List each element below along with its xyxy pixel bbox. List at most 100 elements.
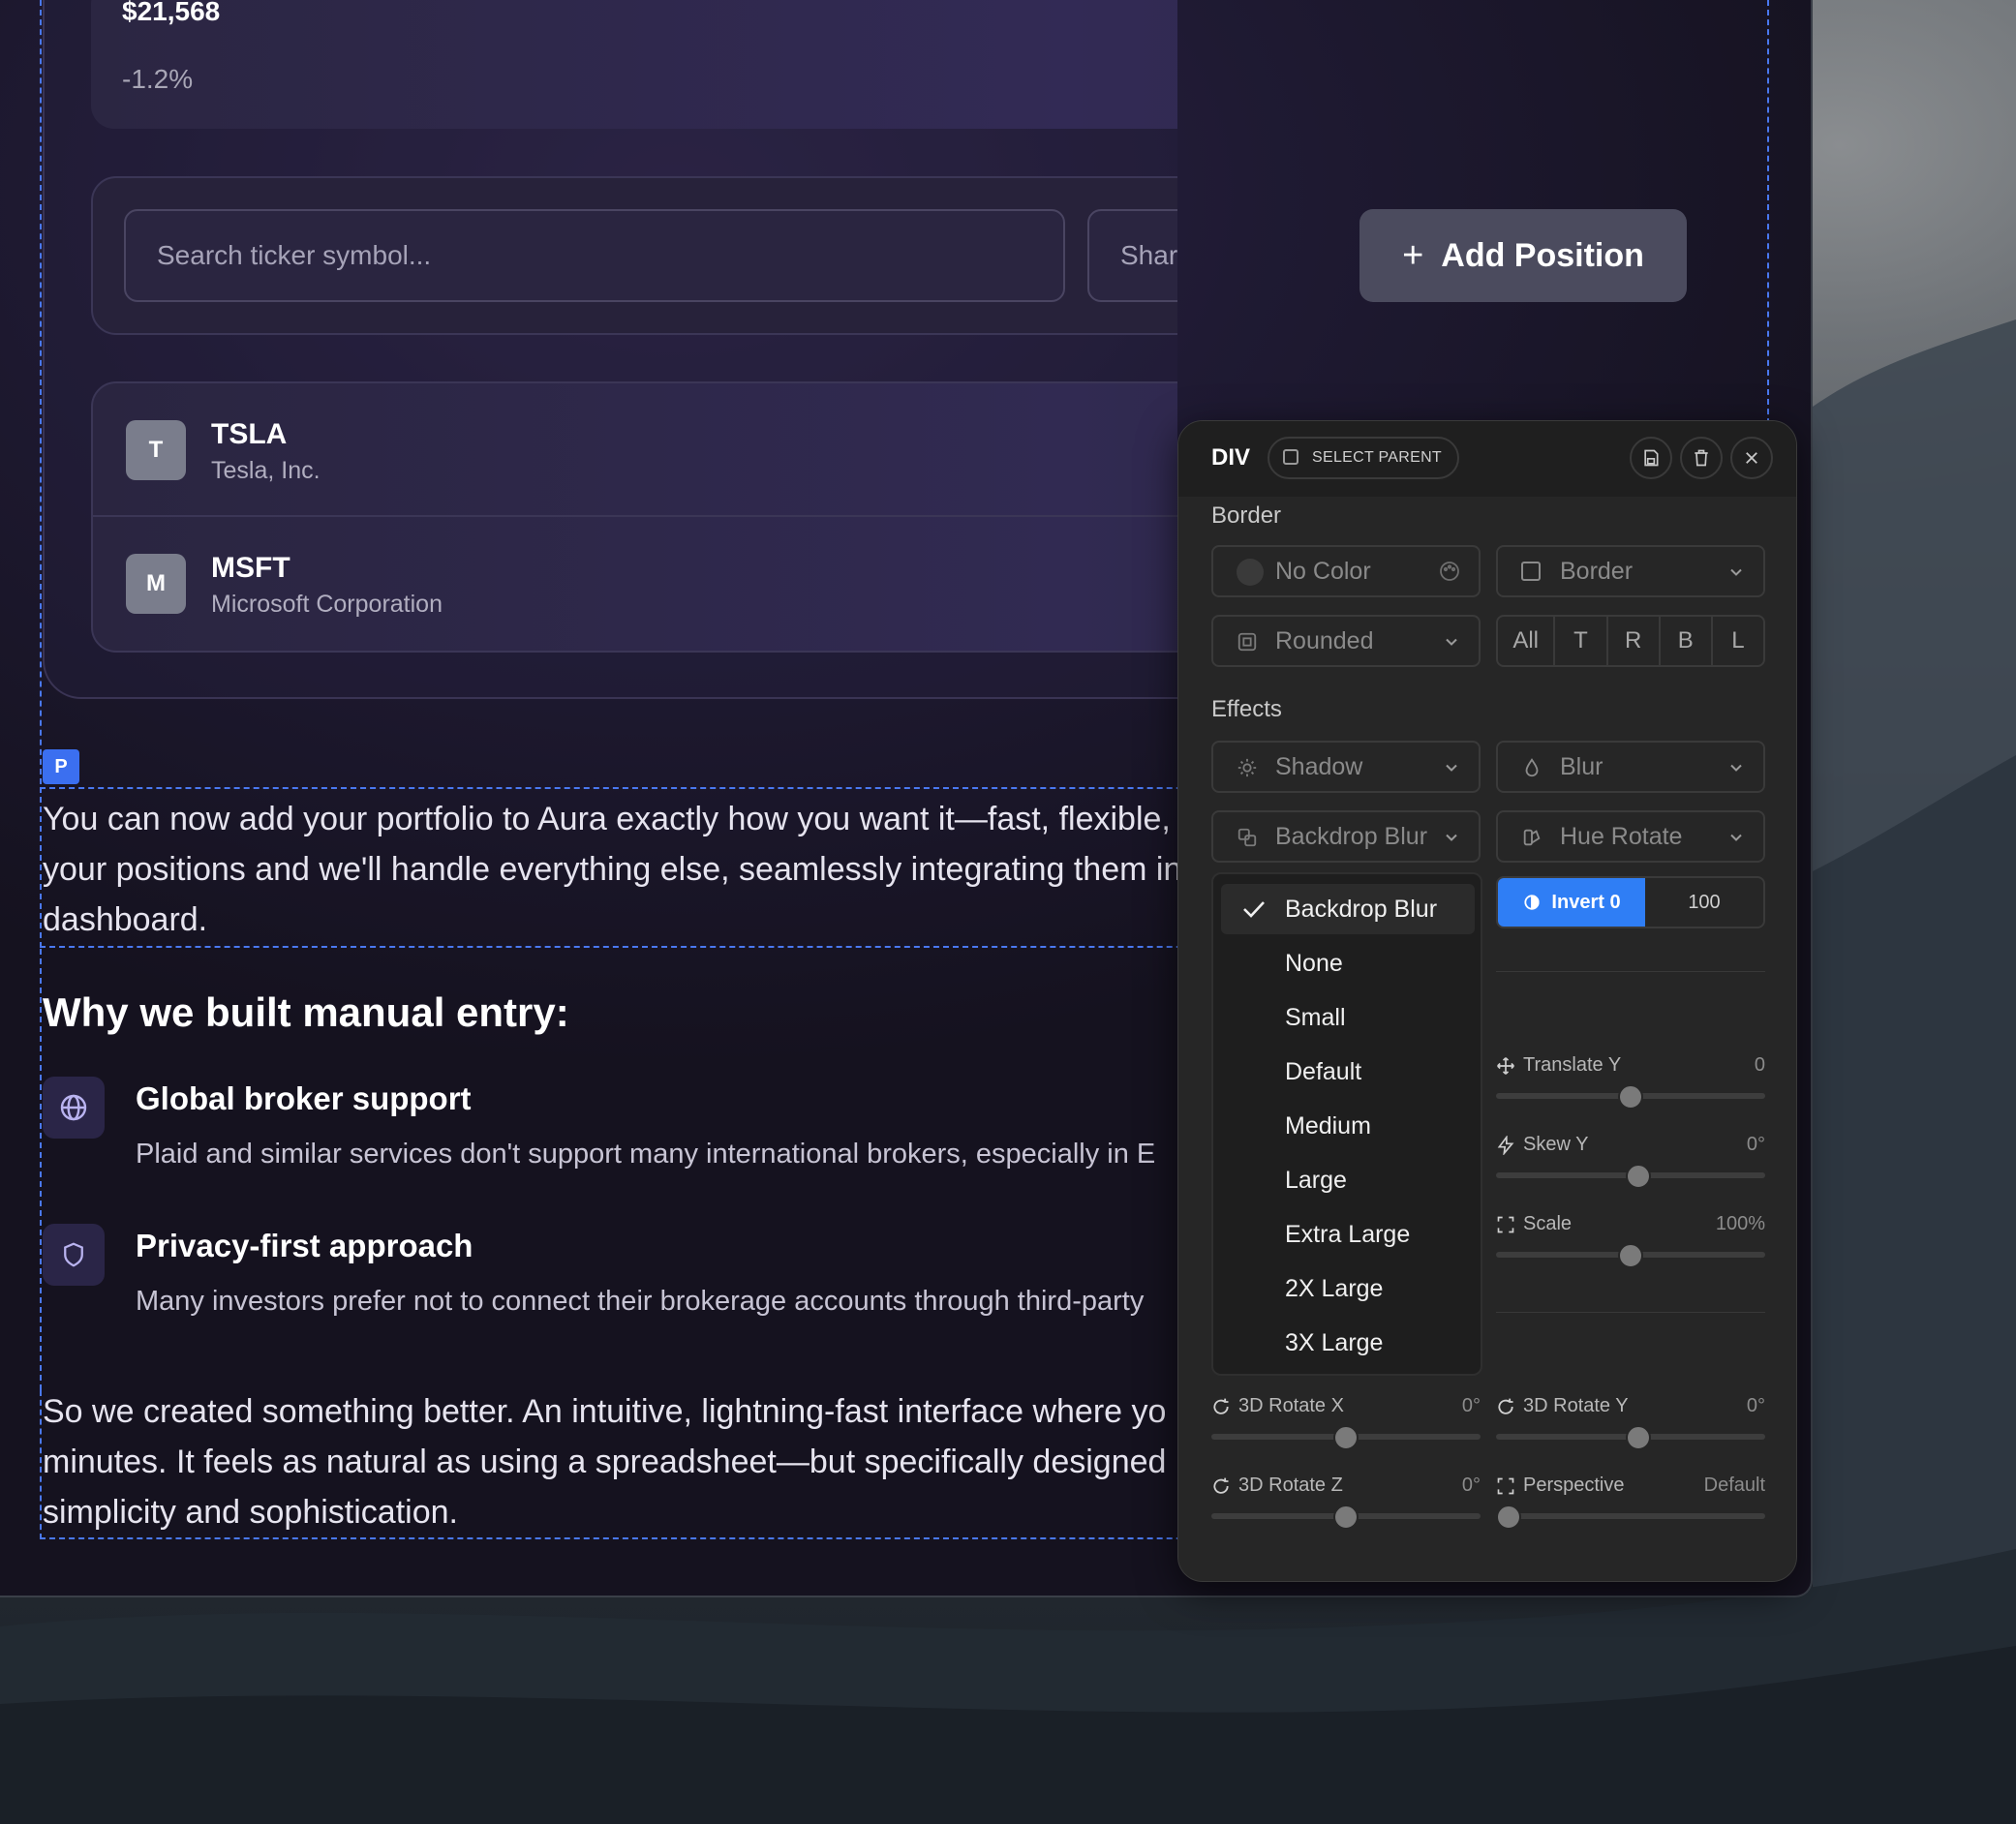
rotate-y-slider[interactable]: 3D Rotate Y 0° xyxy=(1496,1395,1765,1453)
radius-label: Rounded xyxy=(1275,627,1374,654)
dropdown-option[interactable]: Default xyxy=(1221,1047,1475,1097)
slider-label: 3D Rotate Z xyxy=(1238,1474,1343,1496)
shares-input[interactable]: Shares xyxy=(1087,209,1177,302)
hue-rotate-select[interactable]: Hue Rotate xyxy=(1496,810,1765,863)
feature-description[interactable]: Plaid and similar services don't support… xyxy=(136,1139,1155,1170)
rounded-corner-icon xyxy=(1237,632,1257,652)
slider-value: 0° xyxy=(1461,1474,1481,1496)
dropdown-option[interactable]: Small xyxy=(1221,992,1475,1043)
slider-thumb[interactable] xyxy=(1496,1505,1521,1530)
blur-select[interactable]: Blur xyxy=(1496,741,1765,793)
rotate-x-slider[interactable]: 3D Rotate X 0° xyxy=(1211,1395,1481,1453)
shadow-select[interactable]: Shadow xyxy=(1211,741,1481,793)
effects-section-label: Effects xyxy=(1211,696,1282,722)
style-inspector-panel: DIV SELECT PARENT Border No Color Border… xyxy=(1177,420,1797,1582)
slider-label: Skew Y xyxy=(1523,1134,1589,1155)
add-position-label: Add Position xyxy=(1441,236,1644,274)
slider-label: Perspective xyxy=(1523,1474,1625,1496)
outro-paragraph[interactable]: So we created something better. An intui… xyxy=(43,1386,1177,1537)
slider-thumb[interactable] xyxy=(1618,1243,1643,1268)
section-heading[interactable]: Why we built manual entry: xyxy=(43,989,569,1036)
slider-value: 100% xyxy=(1715,1213,1765,1234)
slider-thumb[interactable] xyxy=(1626,1425,1651,1450)
side-right-button[interactable]: R xyxy=(1608,617,1661,665)
slider-thumb[interactable] xyxy=(1618,1084,1643,1110)
chevron-down-icon xyxy=(1446,638,1457,646)
total-value: $21,568 xyxy=(122,0,221,26)
list-item[interactable]: M MSFT Microsoft Corporation xyxy=(93,517,1177,651)
dropdown-option[interactable]: Extra Large xyxy=(1221,1209,1475,1260)
feature-description[interactable]: Many investors prefer not to connect the… xyxy=(136,1286,1144,1318)
element-type-label: DIV xyxy=(1211,444,1251,471)
content-area: $21,568 -1.2% Search ticker symbol... Sh… xyxy=(0,0,1177,1596)
invert-toggle-button[interactable]: Invert 0 xyxy=(1498,878,1645,927)
plus-icon: + xyxy=(1402,234,1424,276)
rotate-z-slider[interactable]: 3D Rotate Z 0° xyxy=(1211,1474,1481,1533)
intro-paragraph[interactable]: You can now add your portfolio to Aura e… xyxy=(43,794,1177,945)
expand-icon xyxy=(1497,1477,1514,1495)
dropdown-option[interactable]: 2X Large xyxy=(1221,1263,1475,1314)
add-position-button[interactable]: + Add Position xyxy=(1359,209,1687,302)
translate-y-slider[interactable]: Translate Y 0 xyxy=(1496,1054,1765,1112)
border-color-label: No Color xyxy=(1275,558,1371,585)
swatch-icon xyxy=(1523,829,1541,846)
ticker-symbol: MSFT xyxy=(211,552,290,584)
scale-slider[interactable]: Scale 100% xyxy=(1496,1213,1765,1271)
slider-value: 0 xyxy=(1754,1054,1765,1076)
dropdown-option[interactable]: None xyxy=(1221,938,1475,988)
chevron-down-icon xyxy=(1446,764,1457,772)
slider-label: 3D Rotate X xyxy=(1238,1395,1344,1416)
border-style-select[interactable]: Border xyxy=(1496,545,1765,597)
outro-line: minutes. It feels as natural as using a … xyxy=(43,1444,1167,1480)
radius-select[interactable]: Rounded xyxy=(1211,615,1481,667)
outro-line: So we created something better. An intui… xyxy=(43,1393,1167,1430)
select-parent-icon xyxy=(1283,449,1298,465)
intro-line: your positions and we'll handle everythi… xyxy=(43,851,1177,888)
dropdown-option[interactable]: Large xyxy=(1221,1155,1475,1205)
border-style-label: Border xyxy=(1560,558,1634,585)
slider-thumb[interactable] xyxy=(1333,1425,1359,1450)
globe-icon xyxy=(43,1077,105,1139)
option-label: Backdrop Blur xyxy=(1285,896,1438,923)
change-percent: -1.2% xyxy=(122,64,194,94)
save-button[interactable] xyxy=(1630,437,1672,479)
dropdown-option[interactable]: 3X Large xyxy=(1221,1318,1475,1368)
select-parent-label: SELECT PARENT xyxy=(1312,449,1443,466)
avatar: M xyxy=(126,554,186,614)
color-swatch xyxy=(1237,559,1264,586)
stat-card xyxy=(91,0,1177,129)
invert-value-input[interactable]: 100 xyxy=(1645,878,1763,927)
skew-y-slider[interactable]: Skew Y 0° xyxy=(1496,1134,1765,1192)
feature-title[interactable]: Privacy-first approach xyxy=(136,1228,473,1264)
dropdown-option-selected[interactable]: Backdrop Blur xyxy=(1221,884,1475,934)
list-item[interactable]: T TSLA Tesla, Inc. xyxy=(93,383,1177,517)
slider-value: 0° xyxy=(1746,1395,1765,1416)
droplet-icon xyxy=(1525,758,1539,777)
element-tag-badge[interactable]: P xyxy=(43,749,79,784)
search-input[interactable]: Search ticker symbol... xyxy=(124,209,1065,302)
close-button[interactable] xyxy=(1730,437,1773,479)
slider-thumb[interactable] xyxy=(1626,1164,1651,1189)
backdrop-blur-select[interactable]: Backdrop Blur xyxy=(1211,810,1481,863)
side-top-button[interactable]: T xyxy=(1555,617,1608,665)
rotate-icon xyxy=(1498,1398,1513,1414)
select-parent-button[interactable]: SELECT PARENT xyxy=(1268,437,1460,479)
shadow-label: Shadow xyxy=(1275,753,1363,780)
slider-track[interactable] xyxy=(1496,1513,1765,1519)
backdrop-blur-dropdown: Backdrop Blur None Small Default Medium … xyxy=(1211,872,1482,1376)
dropdown-option[interactable]: Medium xyxy=(1221,1101,1475,1151)
sun-icon xyxy=(1237,758,1257,777)
side-bottom-button[interactable]: B xyxy=(1661,617,1713,665)
side-all-button[interactable]: All xyxy=(1498,617,1556,665)
border-color-picker[interactable]: No Color xyxy=(1211,545,1481,597)
rotate-icon xyxy=(1213,1398,1229,1414)
shield-icon xyxy=(43,1224,105,1286)
intro-line: dashboard. xyxy=(43,901,208,938)
delete-button[interactable] xyxy=(1680,437,1723,479)
feature-title[interactable]: Global broker support xyxy=(136,1080,472,1117)
slider-thumb[interactable] xyxy=(1333,1505,1359,1530)
slider-label: 3D Rotate Y xyxy=(1523,1395,1629,1416)
side-left-button[interactable]: L xyxy=(1713,617,1763,665)
perspective-slider[interactable]: Perspective Default xyxy=(1496,1474,1765,1533)
check-icon xyxy=(1243,901,1265,918)
